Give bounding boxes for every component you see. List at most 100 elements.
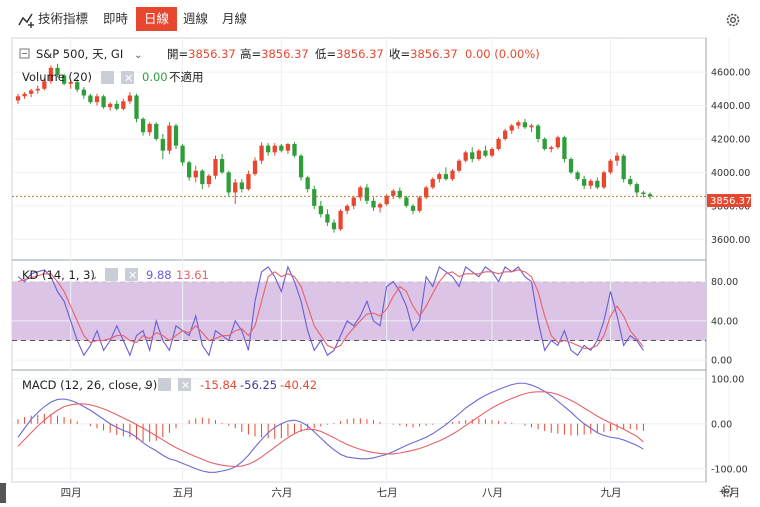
volume-label[interactable]: Volume (20) bbox=[22, 70, 92, 84]
candle-body bbox=[443, 174, 449, 180]
candle-body bbox=[140, 118, 146, 133]
candle-body bbox=[456, 160, 462, 171]
symbol-chevron-icon[interactable]: ⌄ bbox=[134, 50, 142, 61]
close-label: 收= bbox=[389, 47, 410, 61]
macd-tick-label: 100.00 bbox=[711, 374, 744, 385]
kd-tick-label: 0.00 bbox=[711, 356, 732, 367]
price-tick-label: 4400.00 bbox=[711, 101, 750, 112]
candle-body bbox=[279, 145, 284, 151]
macd-tick-label: -100.00 bbox=[711, 464, 748, 475]
candle-body bbox=[108, 103, 113, 108]
stock-chart[interactable]: 4600.004400.004200.004000.003800.003600.… bbox=[0, 0, 760, 507]
price-tick-label: 4000.00 bbox=[711, 168, 750, 179]
candle-body bbox=[180, 145, 185, 163]
candle-body bbox=[450, 170, 455, 180]
symbol-label[interactable]: S&P 500, 天, GI bbox=[36, 47, 123, 61]
candle-body bbox=[601, 172, 607, 188]
candle-body bbox=[285, 143, 291, 151]
candle-body bbox=[22, 93, 27, 97]
candle-body bbox=[634, 184, 639, 193]
svg-text:收=3856.37: 收=3856.37 bbox=[389, 47, 458, 61]
candle-body bbox=[575, 172, 580, 180]
candle-body bbox=[193, 170, 198, 178]
change-value: 0.00 (0.00%) bbox=[465, 47, 540, 61]
candle-body bbox=[252, 160, 258, 175]
candle-body bbox=[535, 125, 541, 139]
last-price-tag: 3856.37 bbox=[710, 196, 751, 207]
candle-body bbox=[562, 137, 567, 160]
candle-body bbox=[588, 180, 593, 186]
candle-body bbox=[503, 130, 508, 139]
open-label: 開= bbox=[167, 47, 188, 61]
macd-chevron-icon[interactable]: ⌄ bbox=[142, 381, 150, 392]
candle-body bbox=[219, 159, 225, 173]
x-tick-label: 五月 bbox=[173, 487, 194, 499]
x-tick-label: 八月 bbox=[482, 487, 503, 499]
candle-body bbox=[555, 137, 560, 148]
kd-eye-icon[interactable] bbox=[105, 268, 118, 281]
x-tick-label: 六月 bbox=[271, 487, 292, 499]
candle-body bbox=[239, 182, 244, 190]
candle-body bbox=[233, 182, 238, 193]
candle-body bbox=[483, 150, 488, 156]
candle-body bbox=[114, 103, 119, 109]
macd-histogram bbox=[17, 413, 644, 442]
candle-body bbox=[187, 162, 192, 178]
candle-body bbox=[542, 138, 547, 149]
candle-body bbox=[417, 197, 422, 211]
macd-legend: MACD (12, 26, close, 9) ⌄ ✕ -15.84 -56.2… bbox=[22, 378, 317, 392]
candle-body bbox=[364, 187, 370, 201]
candle-body bbox=[628, 179, 633, 185]
candle-body bbox=[463, 152, 468, 161]
kd-band bbox=[12, 281, 706, 341]
x-tick-label: 四月 bbox=[61, 487, 82, 499]
x-tick-label: 九月 bbox=[601, 487, 622, 499]
candle-body bbox=[437, 174, 442, 180]
candle-body bbox=[522, 122, 528, 128]
eye-icon[interactable] bbox=[101, 71, 114, 84]
low-label: 低= bbox=[315, 47, 336, 61]
open-value: 3856.37 bbox=[188, 47, 236, 61]
candle-body bbox=[404, 197, 409, 206]
close-icon-glyph: ✕ bbox=[124, 72, 133, 85]
candle-body bbox=[476, 150, 481, 160]
candle-body bbox=[595, 180, 600, 188]
candle-body bbox=[568, 159, 574, 173]
candle-body bbox=[331, 222, 337, 230]
candle-body bbox=[259, 145, 264, 161]
candle-body bbox=[312, 189, 317, 206]
kd-tick-label: 80.00 bbox=[711, 277, 738, 288]
candle-body bbox=[371, 200, 376, 208]
candle-body bbox=[88, 95, 93, 103]
candle-body bbox=[101, 96, 106, 108]
candle-body bbox=[167, 125, 172, 151]
candle-body bbox=[496, 138, 501, 149]
scroll-handle[interactable] bbox=[0, 483, 6, 503]
price-tick-label: 3600.00 bbox=[711, 235, 750, 246]
candle-body bbox=[318, 205, 323, 215]
candle-body bbox=[292, 143, 297, 156]
candle-body bbox=[226, 172, 231, 193]
macd-eye-icon[interactable] bbox=[158, 378, 171, 391]
candle-body bbox=[549, 147, 554, 149]
candle-body bbox=[430, 179, 435, 188]
candle-body bbox=[305, 177, 310, 190]
macd-value-3: -40.42 bbox=[280, 378, 317, 392]
candle-body bbox=[35, 88, 40, 91]
kd-chevron-icon[interactable]: ⌄ bbox=[90, 271, 98, 282]
candle-body bbox=[377, 204, 383, 208]
candle-body bbox=[213, 159, 218, 176]
candle-body bbox=[351, 197, 356, 206]
macd-tick-label: 0.00 bbox=[711, 419, 732, 430]
candle-body bbox=[608, 160, 613, 173]
macd-label[interactable]: MACD (12, 26, close, 9) bbox=[22, 378, 157, 392]
candle-body bbox=[391, 190, 396, 196]
candle-body bbox=[173, 125, 179, 146]
candle-body bbox=[81, 89, 86, 96]
candle-body bbox=[641, 192, 646, 195]
y-axis-ticks: 4600.004400.004200.004000.003800.003600.… bbox=[711, 68, 750, 476]
macd-close-icon-glyph: ✕ bbox=[181, 379, 190, 392]
kd-close-icon-glyph: ✕ bbox=[128, 269, 137, 282]
kd-label[interactable]: KD (14, 1, 3) bbox=[22, 268, 95, 282]
price-tick-label: 4600.00 bbox=[711, 68, 750, 79]
